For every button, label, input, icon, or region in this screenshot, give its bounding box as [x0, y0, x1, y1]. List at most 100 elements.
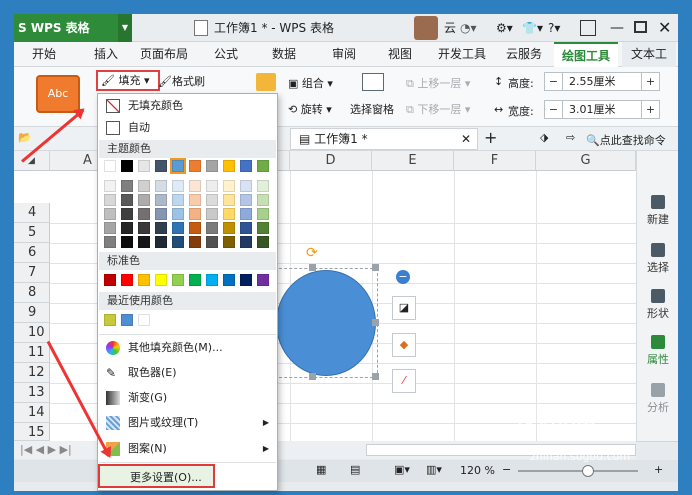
- resize-handle[interactable]: [372, 373, 379, 380]
- color-swatch[interactable]: [138, 274, 150, 286]
- pattern-item[interactable]: 图案(N) ▶: [98, 437, 277, 461]
- color-swatch[interactable]: [240, 160, 252, 172]
- rotate-handle-icon[interactable]: ⟳: [306, 245, 318, 261]
- color-swatch[interactable]: [206, 160, 218, 172]
- auto-fill-item[interactable]: 自动: [98, 116, 277, 140]
- maximize-button[interactable]: [634, 21, 647, 33]
- restore-ribbon-icon[interactable]: [580, 20, 596, 36]
- color-swatch[interactable]: [240, 222, 252, 234]
- column-header[interactable]: G: [536, 151, 636, 171]
- color-swatch[interactable]: [206, 208, 218, 220]
- color-swatch[interactable]: [138, 194, 150, 206]
- app-menu-button[interactable]: S WPS 表格 ▼: [14, 14, 132, 42]
- color-swatch[interactable]: [257, 274, 269, 286]
- sheet-nav-first-icon[interactable]: |◀ ◀ ▶ ▶|: [20, 443, 72, 456]
- collapse-float-toolbar-icon[interactable]: −: [396, 270, 410, 284]
- height-stepper[interactable]: − 2.55厘米 +: [544, 72, 660, 91]
- row-header[interactable]: 13: [14, 383, 50, 403]
- color-swatch[interactable]: [206, 180, 218, 192]
- color-swatch[interactable]: [121, 222, 133, 234]
- bring-forward-button[interactable]: ⧉ 上移一层 ▾: [406, 75, 470, 91]
- color-swatch[interactable]: [257, 236, 269, 248]
- no-fill-item[interactable]: 无填充颜色: [98, 94, 277, 118]
- color-swatch[interactable]: [257, 160, 269, 172]
- color-swatch[interactable]: [223, 236, 235, 248]
- row-header[interactable]: 7: [14, 263, 50, 283]
- resize-handle[interactable]: [309, 264, 316, 271]
- color-swatch[interactable]: [240, 236, 252, 248]
- color-swatch[interactable]: [257, 208, 269, 220]
- zoom-slider-thumb[interactable]: [582, 465, 594, 477]
- color-swatch[interactable]: [104, 314, 116, 326]
- eyedropper-item[interactable]: ✎ 取色器(E): [98, 361, 277, 385]
- color-swatch[interactable]: [240, 274, 252, 286]
- shape-style-button[interactable]: Abc: [36, 75, 80, 113]
- color-swatch[interactable]: [155, 222, 167, 234]
- color-swatch[interactable]: [172, 180, 184, 192]
- new-tab-button[interactable]: +: [484, 128, 497, 147]
- color-swatch[interactable]: [189, 222, 201, 234]
- color-swatch[interactable]: [104, 180, 116, 192]
- settings-icon[interactable]: ⚙▾: [496, 14, 513, 42]
- close-tab-icon[interactable]: ✕: [461, 129, 471, 149]
- color-swatch[interactable]: [189, 208, 201, 220]
- row-header[interactable]: 10: [14, 323, 50, 343]
- color-swatch[interactable]: [104, 194, 116, 206]
- row-header[interactable]: 14: [14, 403, 50, 423]
- ellipse-shape[interactable]: [276, 270, 376, 376]
- width-value[interactable]: 3.01厘米: [569, 101, 616, 118]
- color-swatch[interactable]: [189, 180, 201, 192]
- more-settings-item[interactable]: 更多设置(O)...: [98, 464, 215, 488]
- row-header[interactable]: 4: [14, 203, 50, 223]
- panel-select-button[interactable]: 选择: [637, 243, 679, 275]
- column-header[interactable]: D: [290, 151, 372, 171]
- color-swatch[interactable]: [172, 274, 184, 286]
- resize-handle[interactable]: [372, 264, 379, 271]
- decrease-height-button[interactable]: −: [545, 73, 563, 90]
- color-swatch[interactable]: [223, 208, 235, 220]
- color-swatch[interactable]: [155, 236, 167, 248]
- resize-handle[interactable]: [309, 373, 316, 380]
- color-swatch[interactable]: [189, 236, 201, 248]
- tab-view[interactable]: 视图: [380, 42, 420, 67]
- color-swatch[interactable]: [223, 180, 235, 192]
- tab-page-layout[interactable]: 页面布局: [136, 42, 192, 67]
- help-button[interactable]: ?▾: [548, 14, 560, 42]
- color-swatch[interactable]: [172, 222, 184, 234]
- outline-quick-icon[interactable]: ⁄: [392, 369, 416, 393]
- color-swatch[interactable]: [138, 236, 150, 248]
- backup-icon[interactable]: ⬗: [540, 131, 548, 144]
- color-swatch[interactable]: [240, 194, 252, 206]
- color-swatch[interactable]: [223, 222, 235, 234]
- color-swatch[interactable]: [223, 274, 235, 286]
- command-search[interactable]: 🔍点此查找命令: [586, 132, 666, 148]
- color-swatch[interactable]: [121, 274, 133, 286]
- color-swatch[interactable]: [104, 236, 116, 248]
- width-stepper[interactable]: − 3.01厘米 +: [544, 100, 660, 119]
- row-header[interactable]: 15: [14, 423, 50, 441]
- color-swatch[interactable]: [257, 180, 269, 192]
- tab-text-tools[interactable]: 文本工: [622, 42, 676, 67]
- color-swatch[interactable]: [206, 194, 218, 206]
- color-swatch[interactable]: [121, 194, 133, 206]
- increase-width-button[interactable]: +: [641, 101, 659, 118]
- tab-review[interactable]: 审阅: [324, 42, 364, 67]
- color-swatch[interactable]: [104, 208, 116, 220]
- outline-icon[interactable]: [256, 73, 276, 91]
- row-header[interactable]: 6: [14, 243, 50, 263]
- color-swatch[interactable]: [189, 160, 201, 172]
- color-swatch[interactable]: [138, 222, 150, 234]
- color-swatch[interactable]: [138, 160, 150, 172]
- color-swatch[interactable]: [223, 160, 235, 172]
- increase-height-button[interactable]: +: [641, 73, 659, 90]
- open-folder-icon[interactable]: 📂: [18, 131, 32, 144]
- color-swatch[interactable]: [206, 274, 218, 286]
- color-swatch[interactable]: [172, 236, 184, 248]
- shape-style-quick-icon[interactable]: ◪: [392, 296, 416, 320]
- decrease-width-button[interactable]: −: [545, 101, 563, 118]
- close-button[interactable]: ✕: [658, 14, 671, 42]
- panel-analysis-button[interactable]: 分析: [637, 383, 679, 415]
- color-swatch[interactable]: [189, 194, 201, 206]
- color-swatch[interactable]: [172, 194, 184, 206]
- color-swatch[interactable]: [138, 314, 150, 326]
